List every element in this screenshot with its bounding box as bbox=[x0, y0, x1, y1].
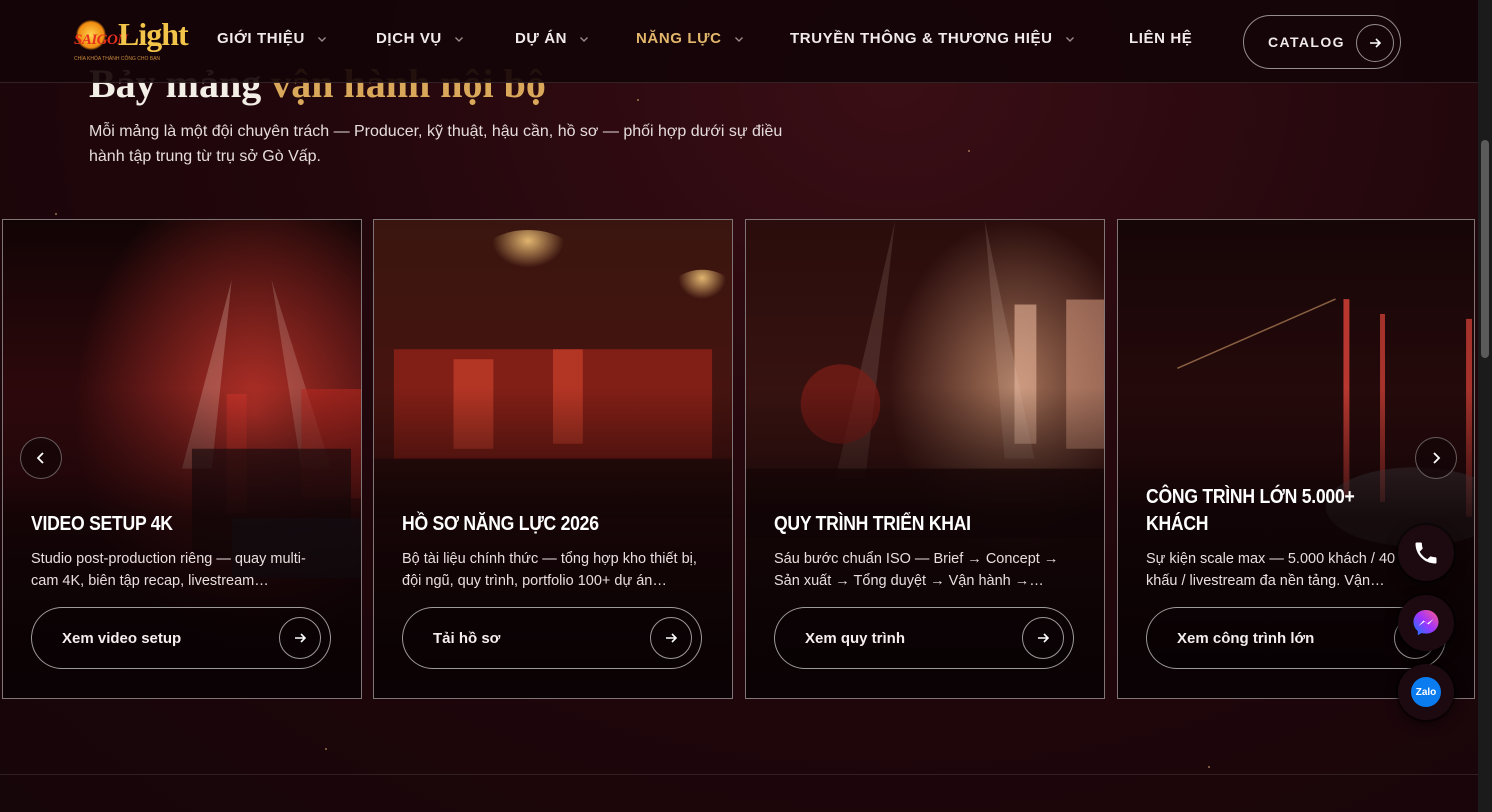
nav-item-du-an[interactable]: DỰ ÁN bbox=[515, 30, 589, 47]
page-scrollbar-thumb[interactable] bbox=[1481, 140, 1489, 358]
nav-item-lien-he[interactable]: LIÊN HỆ bbox=[1129, 30, 1192, 47]
sparkle-dot bbox=[637, 99, 639, 101]
phone-icon bbox=[1415, 542, 1437, 564]
nav-item-label: DỰ ÁN bbox=[515, 30, 568, 47]
catalog-button[interactable]: CATALOG bbox=[1243, 15, 1401, 69]
card-cta-button[interactable]: Xem quy trình bbox=[774, 607, 1074, 669]
card-description: Sáu bước chuẩn ISO — Brief → Concept → S… bbox=[774, 551, 1059, 589]
card-cta-label: Tải hồ sơ bbox=[433, 629, 501, 647]
section-divider bbox=[0, 774, 1478, 775]
chevron-down-icon bbox=[454, 36, 463, 42]
chevron-down-icon bbox=[734, 36, 743, 42]
sparkle-dot bbox=[968, 150, 970, 152]
card-cta-button[interactable]: Xem video setup bbox=[31, 607, 331, 669]
call-button[interactable] bbox=[1398, 525, 1454, 581]
card-cta-button[interactable]: Tải hồ sơ bbox=[402, 607, 702, 669]
nav-item-label: NĂNG LỰC bbox=[636, 30, 722, 47]
chevron-down-icon bbox=[580, 36, 589, 42]
card-quy-trinh[interactable]: QUY TRÌNH TRIỂN KHAI Sáu bước chuẩn ISO … bbox=[745, 219, 1105, 699]
card-cta-label: Xem công trình lớn bbox=[1177, 629, 1315, 647]
nav-item-dich-vu[interactable]: DỊCH VỤ bbox=[376, 30, 464, 47]
nav-item-label: TRUYỀN THÔNG & THƯƠNG HIỆU bbox=[790, 30, 1053, 47]
nav-item-label: DỊCH VỤ bbox=[376, 30, 442, 47]
card-cta-label: Xem video setup bbox=[62, 629, 182, 647]
zalo-icon: Zalo bbox=[1411, 677, 1441, 707]
nav-item-truyen-thong[interactable]: TRUYỀN THÔNG & THƯƠNG HIỆU bbox=[790, 30, 1075, 47]
card-cta-label: Xem quy trình bbox=[805, 629, 906, 647]
brand-logo[interactable]: SAIGON Light CHÌA KHÓA THÀNH CÔNG CHO BẠ… bbox=[72, 14, 189, 66]
arrow-right-icon bbox=[650, 617, 692, 659]
site-header: SAIGON Light CHÌA KHÓA THÀNH CÔNG CHO BẠ… bbox=[0, 0, 1478, 83]
catalog-label: CATALOG bbox=[1268, 34, 1345, 50]
sparkle-dot bbox=[55, 213, 57, 215]
logo-tagline: CHÌA KHÓA THÀNH CÔNG CHO BẠN bbox=[74, 56, 161, 62]
sparkle-dot bbox=[1208, 766, 1210, 768]
chevron-right-icon bbox=[1433, 452, 1441, 464]
nav-item-gioi-thieu[interactable]: GIỚI THIỆU bbox=[217, 30, 327, 47]
card-ho-so-nang-luc[interactable]: HỒ SƠ NĂNG LỰC 2026 Bộ tài liệu chính th… bbox=[373, 219, 733, 699]
card-description: Bộ tài liệu chính thức — tổng hợp kho th… bbox=[402, 551, 697, 589]
card-title: CÔNG TRÌNH LỚN 5.000+ KHÁCH bbox=[1146, 486, 1355, 535]
sparkle-dot bbox=[325, 748, 327, 750]
zalo-button[interactable]: Zalo bbox=[1398, 664, 1454, 720]
nav-item-label: LIÊN HỆ bbox=[1129, 30, 1193, 47]
arrow-right-icon bbox=[279, 617, 321, 659]
nav-item-label: GIỚI THIỆU bbox=[217, 30, 305, 47]
nav-item-nang-luc[interactable]: NĂNG LỰC bbox=[636, 30, 744, 47]
arrow-right-icon bbox=[1022, 617, 1064, 659]
card-title: HỒ SƠ NĂNG LỰC 2026 bbox=[402, 513, 599, 535]
carousel-prev-button[interactable] bbox=[20, 437, 62, 479]
messenger-icon bbox=[1413, 610, 1439, 636]
page-scrollbar[interactable] bbox=[1478, 0, 1492, 812]
chevron-down-icon bbox=[1065, 36, 1074, 42]
zalo-label: Zalo bbox=[1415, 686, 1437, 698]
messenger-button[interactable] bbox=[1398, 595, 1454, 651]
arrow-right-icon bbox=[1356, 24, 1394, 62]
chevron-down-icon bbox=[317, 36, 326, 42]
card-description: Studio post-production riêng — quay mult… bbox=[31, 551, 306, 589]
chevron-left-icon bbox=[36, 452, 44, 464]
card-title: VIDEO SETUP 4K bbox=[31, 513, 173, 535]
carousel-next-button[interactable] bbox=[1415, 437, 1457, 479]
logo-text-light: Light bbox=[118, 16, 189, 52]
card-title: QUY TRÌNH TRIỂN KHAI bbox=[774, 513, 971, 535]
section-subtitle: Mỗi mảng là một đội chuyên trách — Produ… bbox=[89, 123, 783, 165]
